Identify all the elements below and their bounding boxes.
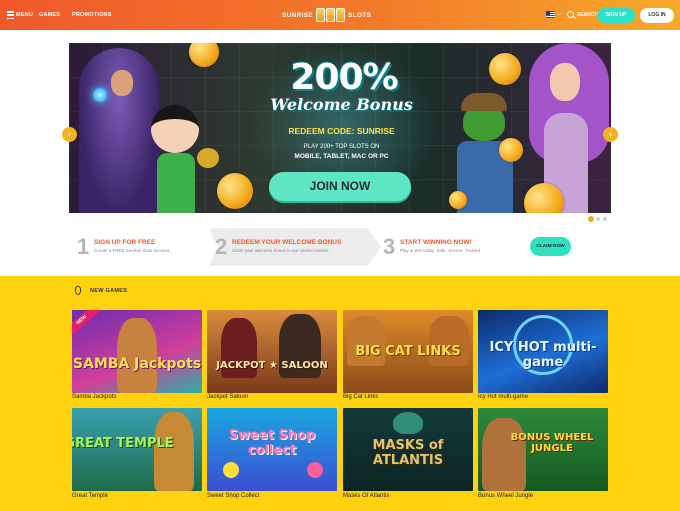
coin-icon bbox=[499, 138, 523, 162]
game-logo: SAMBA Jackpots bbox=[72, 356, 202, 372]
game-tile-jackpot-saloon[interactable]: JACKPOT ★ SALOON bbox=[207, 310, 337, 393]
menu-link[interactable]: MENU bbox=[16, 12, 33, 18]
coin-icon bbox=[217, 173, 253, 209]
claim-now-button[interactable]: CLAIM NOW bbox=[530, 237, 571, 256]
game-title[interactable]: Masks Of Atlantis bbox=[343, 493, 389, 499]
game-title[interactable]: Sweet Shop Collect bbox=[207, 493, 259, 499]
carousel-dot[interactable] bbox=[596, 217, 600, 221]
login-button[interactable]: LOG IN bbox=[640, 8, 674, 23]
game-logo: JACKPOT ★ SALOON bbox=[216, 360, 328, 371]
bonus-subtitle: Welcome Bonus bbox=[270, 95, 413, 114]
logo-text-right: SLOTS bbox=[348, 11, 372, 19]
search-link[interactable]: SEARCH bbox=[577, 12, 598, 18]
search-icon[interactable] bbox=[567, 11, 574, 18]
game-tile-icy-hot[interactable]: ICY HOT multi-game bbox=[478, 310, 608, 393]
game-tile-big-cat-links[interactable]: BIG CAT LINKS bbox=[343, 310, 473, 393]
play-line-2: MOBILE, TABLET, MAC OR PC bbox=[294, 153, 389, 160]
game-title[interactable]: Bonus Wheel Jungle bbox=[478, 493, 533, 499]
candy-icon bbox=[223, 462, 239, 478]
new-badge: NEW bbox=[72, 310, 101, 337]
hero-banner[interactable]: 200% Welcome Bonus REDEEM CODE: SUNRISE … bbox=[69, 43, 611, 213]
site-logo[interactable]: SUNRISE SLOTS bbox=[282, 7, 371, 23]
chevron-down-icon[interactable]: ⌄ bbox=[557, 10, 562, 17]
carousel-dot[interactable] bbox=[589, 217, 593, 221]
carousel-dot[interactable] bbox=[603, 217, 607, 221]
coin-icon bbox=[489, 53, 521, 85]
bonus-percent: 200% bbox=[290, 57, 398, 98]
warrior-figure bbox=[154, 412, 194, 491]
carousel-next-arrow-icon[interactable]: › bbox=[603, 127, 618, 142]
game-logo: BONUS WHEEL JUNGLE bbox=[510, 432, 594, 454]
us-flag-icon[interactable] bbox=[546, 11, 555, 18]
game-logo: BIG CAT LINKS bbox=[355, 344, 461, 359]
game-tile-great-temple[interactable]: GREAT TEMPLE bbox=[72, 408, 202, 491]
nav-games[interactable]: GAMES bbox=[39, 12, 60, 18]
step-title: REDEEM YOUR WELCOME BONUS bbox=[232, 239, 342, 246]
site-header: MENU GAMES PROMOTIONS SUNRISE SLOTS ⌄ SE… bbox=[0, 0, 680, 30]
game-title[interactable]: Big Cat Links bbox=[343, 394, 378, 400]
game-title[interactable]: Icy Hot multi-game bbox=[478, 394, 528, 400]
nav-promotions[interactable]: PROMOTIONS bbox=[72, 12, 112, 18]
game-tile-bonus-wheel-jungle[interactable]: BONUS WHEEL JUNGLE bbox=[478, 408, 608, 491]
step-title: START WINNING NOW! bbox=[400, 239, 472, 246]
logo-cards-icon bbox=[316, 8, 345, 22]
step-number: 3 bbox=[383, 234, 396, 259]
jungle-hero-figure bbox=[482, 418, 526, 491]
signup-button[interactable]: SIGN UP bbox=[597, 8, 635, 23]
step-number: 2 bbox=[215, 234, 228, 259]
game-logo: Sweet Shop collect bbox=[228, 428, 316, 458]
coin-icon bbox=[449, 191, 467, 209]
carousel-dots bbox=[589, 217, 607, 221]
game-title[interactable]: Jackpot Saloon bbox=[207, 394, 248, 400]
game-tile-samba-jackpots[interactable]: NEW SAMBA Jackpots bbox=[72, 310, 202, 393]
play-line-1: PLAY 200+ TOP SLOTS ON bbox=[303, 144, 380, 150]
candy-icon bbox=[307, 462, 323, 478]
step-2-background bbox=[209, 228, 381, 266]
logo-text-left: SUNRISE bbox=[282, 11, 313, 19]
magic-orb-icon bbox=[93, 88, 107, 102]
game-logo: MASKS of ATLANTIS bbox=[372, 438, 444, 468]
join-now-button[interactable]: JOIN NOW bbox=[269, 172, 411, 201]
step-title: SIGN UP FOR FREE bbox=[94, 239, 156, 246]
step-number: 1 bbox=[77, 234, 90, 259]
location-pin-icon bbox=[75, 286, 81, 295]
new-games-section: NEW GAMES NEW SAMBA Jackpots Samba Jackp… bbox=[0, 276, 680, 511]
gold-frog-icon bbox=[197, 148, 219, 168]
game-title[interactable]: Samba Jackpots bbox=[72, 394, 116, 400]
game-logo: ICY HOT multi-game bbox=[489, 340, 597, 370]
step-description: Create a FREE Sunrise Slots account. bbox=[94, 248, 171, 253]
hamburger-menu-icon[interactable] bbox=[7, 11, 14, 19]
section-title: NEW GAMES bbox=[90, 288, 128, 294]
mask-icon bbox=[393, 412, 423, 434]
redeem-code: REDEEM CODE: SUNRISE bbox=[288, 126, 395, 136]
carousel-prev-arrow-icon[interactable]: ‹ bbox=[62, 127, 77, 142]
step-description: Play & Win today. Safe. Secure. Trusted. bbox=[400, 248, 482, 253]
game-tile-masks-of-atlantis[interactable]: MASKS of ATLANTIS bbox=[343, 408, 473, 491]
game-tile-sweet-shop-collect[interactable]: Sweet Shop collect bbox=[207, 408, 337, 491]
game-title[interactable]: Great Temple bbox=[72, 493, 108, 499]
step-description: Claim your welcome bonus in our casino c… bbox=[232, 248, 330, 253]
game-logo: GREAT TEMPLE bbox=[72, 436, 174, 451]
